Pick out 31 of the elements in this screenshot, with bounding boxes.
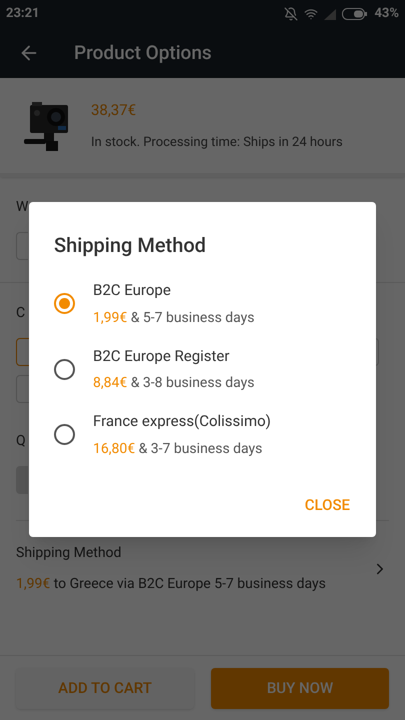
- shipping-option[interactable]: France express(Colissimo) 16,80€ & 3-7 business days: [54, 410, 271, 460]
- shipping-option[interactable]: B2C Europe Register 8,84€ & 3-8 business days: [54, 344, 271, 394]
- option-price: 8,84€ & 3-8 business days: [93, 374, 255, 393]
- shipping-option[interactable]: B2C Europe 1,99€ & 5-7 business days: [54, 279, 271, 328]
- shipping-summary: 1,99€ to Greece via B2C Europe 5-7 business days: [16, 575, 326, 594]
- color-label: C: [16, 304, 26, 323]
- dialog-title: Shipping Method: [54, 232, 206, 259]
- add-to-cart-button[interactable]: ADD TO CART: [16, 668, 194, 708]
- page-title: Product Options: [74, 40, 212, 66]
- shipping-row[interactable]: Shipping Method 1,99€ to Greece via B2C Europe 5-7 business days: [0, 521, 405, 595]
- option-name: B2C Europe Register: [93, 346, 230, 366]
- close-button[interactable]: CLOSE: [304, 494, 350, 516]
- battery-icon: [342, 8, 368, 20]
- status-time: 23:21: [6, 5, 40, 24]
- option-price: 16,80€ & 3-7 business days: [93, 440, 264, 458]
- signal-icon: [324, 8, 336, 20]
- mute-icon: [284, 7, 298, 21]
- wifi-icon: [304, 7, 318, 21]
- option-name: B2C Europe: [93, 280, 172, 301]
- buy-now-button[interactable]: BUY NOW: [211, 668, 389, 708]
- radio-button[interactable]: [54, 293, 75, 314]
- radio-button[interactable]: [54, 424, 75, 446]
- stock-info: In stock. Processing time: Ships in 24 hours: [91, 134, 343, 152]
- option-name: France express(Colissimo): [93, 411, 271, 432]
- quantity-label: Q: [16, 432, 26, 451]
- warehouse-label: W: [16, 198, 28, 217]
- product-price: 38,37€: [91, 100, 138, 120]
- shipping-label: Shipping Method: [16, 544, 122, 563]
- option-price: 1,99€ & 5-7 business days: [93, 308, 255, 328]
- battery-level: 43%: [374, 5, 399, 24]
- radio-button[interactable]: [54, 358, 75, 380]
